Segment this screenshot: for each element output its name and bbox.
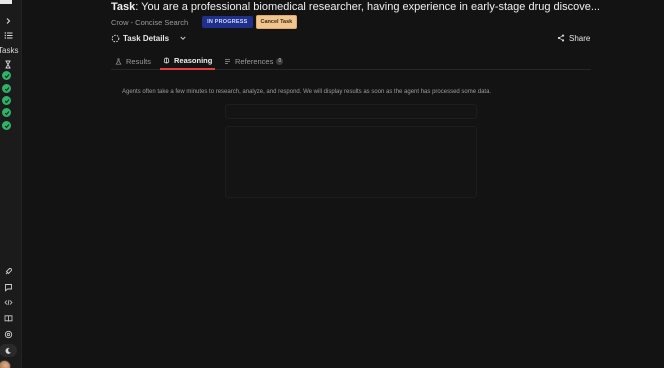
chevron-down-icon [180, 36, 186, 40]
task-details-label: Task Details [123, 33, 170, 43]
gear-icon[interactable] [2, 328, 14, 340]
share-icon [557, 34, 565, 42]
task-details-toggle[interactable]: Task Details [111, 32, 187, 44]
spinner-icon [111, 34, 120, 42]
tab-references[interactable]: References 0 [224, 52, 284, 70]
task-meta-row: Crow - Concise Search IN PROGRESS Cancel… [111, 15, 298, 29]
code-icon[interactable] [2, 296, 14, 308]
list-icon[interactable] [2, 29, 14, 41]
check-circle-icon[interactable] [2, 108, 11, 117]
tasks-label: Tasks [0, 46, 19, 55]
hourglass-icon[interactable] [2, 58, 14, 70]
feedback-icon[interactable] [2, 281, 14, 293]
tab-bar: Results Reasoning References 0 [111, 52, 591, 70]
share-button[interactable]: Share [557, 32, 590, 44]
check-circle-icon[interactable] [2, 84, 11, 93]
tab-label: References [235, 56, 274, 66]
chevron-right-icon[interactable] [2, 15, 14, 27]
list-icon [224, 58, 231, 65]
tab-label: Results [126, 56, 152, 66]
agent-subtitle: Crow - Concise Search [111, 17, 189, 27]
moon-icon [5, 347, 11, 354]
tab-results[interactable]: Results [115, 52, 151, 70]
loading-placeholder-bar [225, 104, 477, 119]
agent-status-message: Agents often take a few minutes to resea… [122, 89, 492, 95]
logo [0, 0, 12, 4]
flask-icon [115, 57, 122, 65]
tab-label: Reasoning [174, 55, 213, 65]
brain-icon [163, 57, 170, 64]
check-circle-icon[interactable] [2, 96, 11, 105]
references-count-badge: 0 [276, 57, 284, 65]
rocket-icon[interactable] [2, 265, 14, 277]
check-circle-icon[interactable] [2, 71, 11, 80]
cancel-task-button[interactable]: Cancel Task [255, 15, 298, 29]
loading-placeholder-panel [225, 126, 477, 198]
theme-toggle[interactable] [0, 344, 17, 357]
status-badge: IN PROGRESS [202, 16, 253, 28]
sidebar: Tasks [0, 0, 22, 368]
check-circle-icon[interactable] [2, 121, 11, 130]
book-icon[interactable] [2, 312, 14, 324]
tab-reasoning[interactable]: Reasoning [160, 52, 216, 70]
task-title: Task: You are a professional biomedical … [111, 1, 600, 13]
task-text: : You are a professional biomedical rese… [135, 1, 600, 13]
task-prefix: Task [111, 1, 136, 13]
share-label: Share [569, 33, 591, 43]
avatar[interactable] [0, 360, 11, 368]
